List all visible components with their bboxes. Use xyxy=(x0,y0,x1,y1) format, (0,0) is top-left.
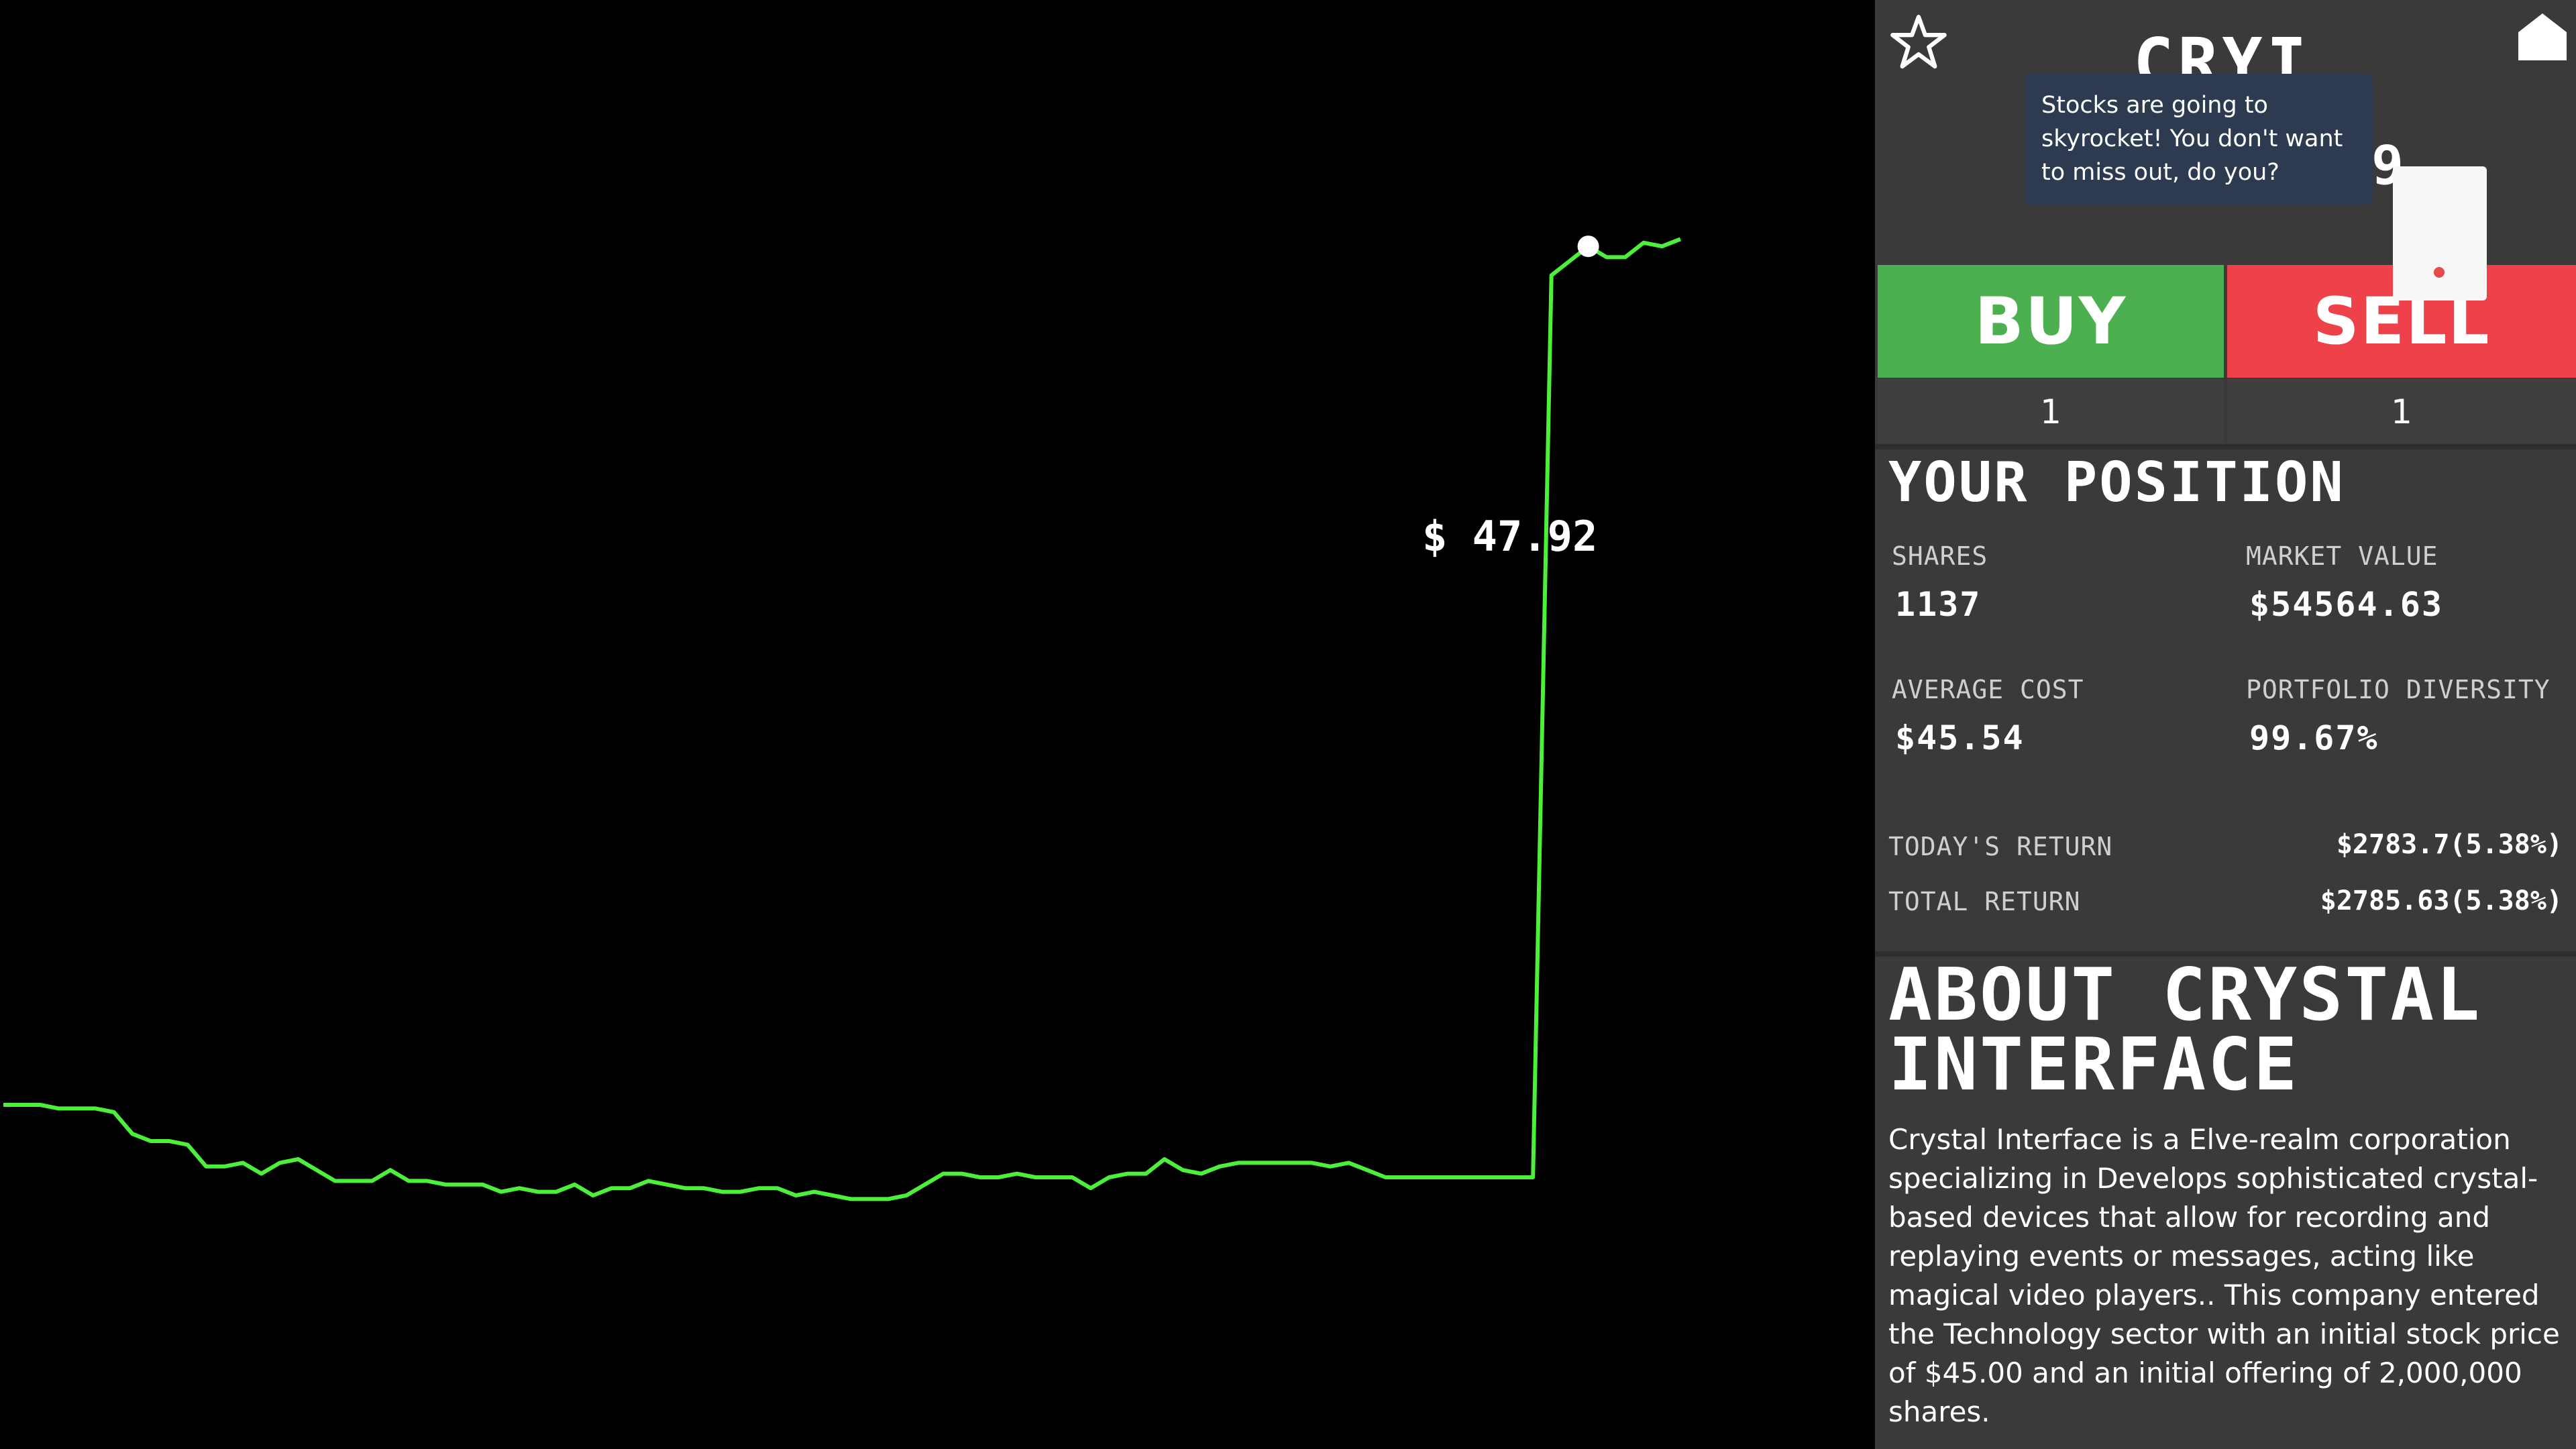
todays-return-label: TODAY'S RETURN xyxy=(1888,832,2113,861)
about-description: Crystal Interface is a Elve-realm corpor… xyxy=(1888,1123,2560,1428)
price-chart-svg xyxy=(3,235,1682,1201)
total-return-value: $2785.63(5.38%) xyxy=(2320,885,2563,916)
todays-return-value: $2783.7(5.38%) xyxy=(2336,829,2563,860)
price-series-line xyxy=(3,237,1682,1201)
market-value-label: MARKET VALUE xyxy=(2246,541,2438,571)
market-value: $54564.63 xyxy=(2249,585,2443,624)
buy-quantity[interactable]: 1 xyxy=(1878,379,2224,444)
ticker-symbol: CRYI xyxy=(2133,25,2355,74)
stock-detail-panel: CRYI 9 Stocks are going to skyrocket! Yo… xyxy=(1875,0,2576,1449)
hype-tooltip: Stocks are going to skyrocket! You don't… xyxy=(2024,74,2373,205)
ticker-text: CRYI xyxy=(2133,25,2311,74)
divider xyxy=(1875,444,2576,449)
total-return-label: TOTAL RETURN xyxy=(1888,887,2081,916)
home-icon[interactable] xyxy=(2516,9,2569,63)
star-icon[interactable] xyxy=(1888,12,1949,72)
shares-value: 1137 xyxy=(1895,585,1982,624)
position-title: YOUR POSITION xyxy=(1888,451,2345,515)
shares-label: SHARES xyxy=(1892,541,1988,571)
current-price-label: $ 47.92 xyxy=(1422,512,1598,561)
portfolio-diversity-value: 99.67% xyxy=(2249,718,2379,757)
current-price-marker xyxy=(1577,235,1599,258)
about-title: ABOUT CRYSTAL INTERFACE xyxy=(1888,953,2482,1107)
mascot-dot xyxy=(2434,267,2445,278)
average-cost-label: AVERAGE COST xyxy=(1892,675,2084,704)
portfolio-diversity-label: PORTFOLIO DIVERSITY xyxy=(2246,675,2551,704)
buy-button[interactable]: BUY xyxy=(1878,265,2224,378)
price-chart: $ 47.92 xyxy=(0,0,1875,1449)
stock-header: CRYI 9 Stocks are going to skyrocket! Yo… xyxy=(1875,0,2576,301)
mascot-character xyxy=(2393,166,2487,301)
average-cost-value: $45.54 xyxy=(1895,718,2025,757)
sell-quantity[interactable]: 1 xyxy=(2227,379,2576,444)
